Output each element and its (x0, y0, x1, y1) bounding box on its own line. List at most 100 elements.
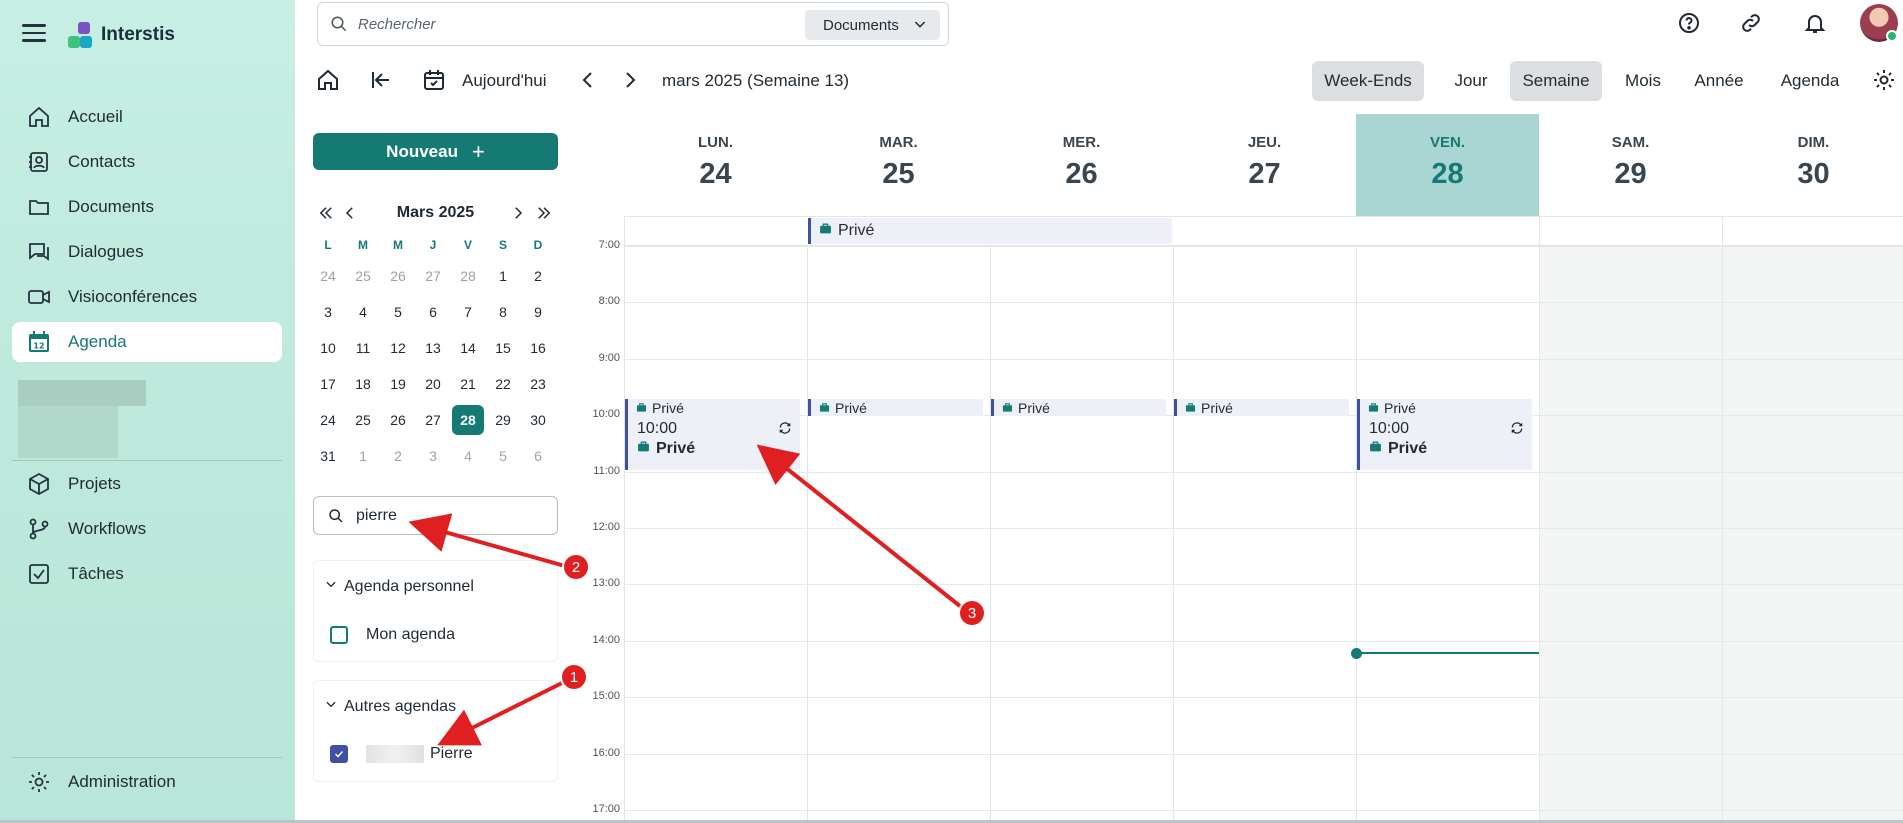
help-icon[interactable] (1677, 11, 1701, 35)
gear-icon[interactable] (1872, 68, 1896, 92)
mini-calendar-day[interactable]: 3 (417, 441, 449, 471)
mini-calendar-day[interactable]: 5 (487, 441, 519, 471)
mini-calendar-day[interactable]: 5 (382, 297, 414, 327)
mini-calendar-day[interactable]: 23 (522, 369, 554, 399)
event-bar[interactable]: Privé (1174, 399, 1349, 417)
mini-calendar-day[interactable]: 8 (487, 297, 519, 327)
mini-calendar-day[interactable]: 4 (347, 297, 379, 327)
mini-calendar-day[interactable]: 7 (452, 297, 484, 327)
link-icon[interactable] (1739, 11, 1763, 35)
mini-calendar-day[interactable]: 24 (312, 405, 344, 435)
day-header[interactable]: SAM. 29 (1539, 114, 1722, 216)
day-header[interactable]: JEU. 27 (1173, 114, 1356, 216)
calendar-checkbox[interactable] (330, 626, 348, 644)
mini-calendar-day[interactable]: 17 (312, 369, 344, 399)
chevron-left-icon[interactable] (576, 68, 600, 92)
go-to-start-icon[interactable] (369, 68, 393, 92)
mini-calendar-day[interactable]: 2 (382, 441, 414, 471)
day-header[interactable]: VEN. 28 (1356, 114, 1539, 216)
sidebar-item-administration[interactable]: Administration (12, 762, 282, 802)
home-icon[interactable] (316, 68, 340, 92)
day-header[interactable]: LUN. 24 (624, 114, 807, 216)
mini-calendar-day[interactable]: 1 (347, 441, 379, 471)
calendar-item-mon-agenda[interactable]: Mon agenda (330, 626, 455, 644)
menu-icon[interactable] (22, 24, 46, 44)
sidebar-item-taches[interactable]: Tâches (12, 554, 282, 594)
all-day-event[interactable]: Privé (808, 218, 1172, 244)
calendar-filter-value[interactable]: pierre (356, 507, 397, 525)
day-header[interactable]: MAR. 25 (807, 114, 990, 216)
mini-calendar-day[interactable]: 26 (382, 261, 414, 291)
mini-calendar-day[interactable]: 27 (417, 405, 449, 435)
mini-calendar-day[interactable]: 27 (417, 261, 449, 291)
event-block[interactable]: 10:00 Privé (625, 415, 800, 471)
event-bar[interactable]: Privé (625, 399, 800, 417)
mini-calendar-day[interactable]: 11 (347, 333, 379, 363)
view-agenda-button[interactable]: Agenda (1770, 61, 1850, 101)
sidebar-item-label: Documents (68, 197, 154, 216)
sidebar-item-dialogues[interactable]: Dialogues (12, 232, 282, 272)
mini-calendar-day[interactable]: 1 (487, 261, 519, 291)
mini-calendar-day[interactable]: 16 (522, 333, 554, 363)
view-month-button[interactable]: Mois (1612, 61, 1674, 101)
search-input[interactable]: Rechercher (358, 16, 436, 33)
sidebar-item-projets[interactable]: Projets (12, 464, 282, 504)
group-header[interactable]: Autres agendas (324, 697, 456, 716)
calendar-checkbox-checked[interactable] (330, 745, 348, 763)
event-bar[interactable]: Privé (808, 399, 983, 417)
mini-calendar-day[interactable]: 25 (347, 405, 379, 435)
mini-calendar-day[interactable]: 10 (312, 333, 344, 363)
mini-calendar-day[interactable]: 21 (452, 369, 484, 399)
mini-calendar-day[interactable]: 13 (417, 333, 449, 363)
sidebar-item-documents[interactable]: Documents (12, 187, 282, 227)
mini-calendar-day[interactable]: 18 (347, 369, 379, 399)
group-header[interactable]: Agenda personnel (324, 577, 474, 596)
mini-calendar-day[interactable]: 26 (382, 405, 414, 435)
sidebar-item-accueil[interactable]: Accueil (12, 97, 282, 137)
sidebar-item-contacts[interactable]: Contacts (12, 142, 282, 182)
mini-calendar-day[interactable]: 12 (382, 333, 414, 363)
today-button[interactable]: Aujourd'hui (462, 71, 547, 91)
mini-calendar-day[interactable]: 28 (452, 261, 484, 291)
sidebar-item-workflows[interactable]: Workflows (12, 509, 282, 549)
bell-icon[interactable] (1803, 11, 1827, 35)
double-chevron-right-icon[interactable] (535, 204, 553, 222)
mini-calendar-day[interactable]: 4 (452, 441, 484, 471)
mini-calendar-day[interactable]: 29 (487, 405, 519, 435)
mini-calendar-day[interactable]: 19 (382, 369, 414, 399)
mini-calendar-day[interactable]: 14 (452, 333, 484, 363)
day-header[interactable]: MER. 26 (990, 114, 1173, 216)
mini-calendar-day[interactable]: 9 (522, 297, 554, 327)
calendar-filter-input[interactable]: pierre (313, 496, 558, 535)
chevron-right-icon[interactable] (618, 68, 642, 92)
view-day-button[interactable]: Jour (1443, 61, 1499, 101)
mini-calendar-day[interactable]: 3 (312, 297, 344, 327)
mini-calendar-day[interactable]: 31 (312, 441, 344, 471)
event-bar[interactable]: Privé (991, 399, 1166, 417)
mini-calendar-day[interactable]: 28 (452, 405, 484, 435)
view-week-button[interactable]: Semaine (1510, 61, 1602, 101)
event-block[interactable]: 10:00 Privé (1357, 415, 1532, 471)
mini-calendar-day[interactable]: 24 (312, 261, 344, 291)
search-scope-select[interactable]: Documents (805, 10, 940, 40)
day-header[interactable]: DIM. 30 (1722, 114, 1903, 216)
calendar-check-icon[interactable] (422, 68, 446, 92)
mini-calendar-day[interactable]: 6 (522, 441, 554, 471)
mini-calendar-day[interactable]: 20 (417, 369, 449, 399)
new-event-label: Nouveau (386, 141, 458, 161)
view-year-button[interactable]: Année (1684, 61, 1754, 101)
sidebar-item-visioconferences[interactable]: Visioconférences (12, 277, 282, 317)
mini-calendar-day[interactable]: 22 (487, 369, 519, 399)
sidebar-item-agenda[interactable]: 12 Agenda (12, 322, 282, 362)
new-event-button[interactable]: Nouveau + (313, 133, 558, 170)
view-weekends-toggle[interactable]: Week-Ends (1312, 61, 1424, 101)
global-search[interactable]: Rechercher Documents (317, 2, 949, 46)
mini-calendar-day[interactable]: 25 (347, 261, 379, 291)
calendar-item-pierre[interactable]: Pierre (330, 745, 473, 763)
mini-calendar-day[interactable]: 15 (487, 333, 519, 363)
event-bar[interactable]: Privé (1357, 399, 1532, 417)
mini-calendar-day[interactable]: 30 (522, 405, 554, 435)
mini-calendar-day[interactable]: 2 (522, 261, 554, 291)
mini-calendar-day[interactable]: 6 (417, 297, 449, 327)
chevron-right-icon[interactable] (509, 204, 527, 222)
